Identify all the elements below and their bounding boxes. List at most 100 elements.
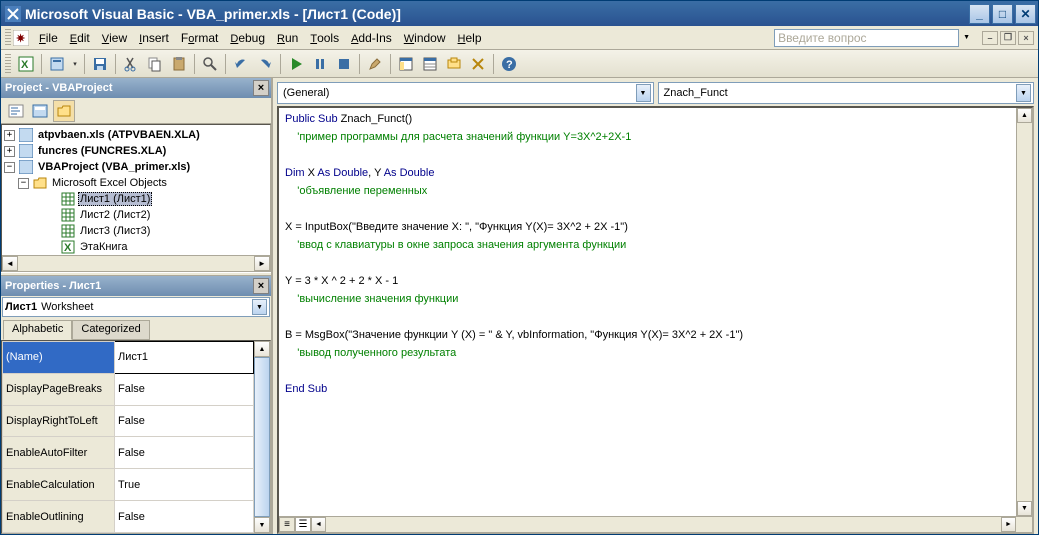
paste-button[interactable] xyxy=(168,53,190,75)
scroll-up-icon[interactable]: ▲ xyxy=(1017,108,1032,123)
help-button[interactable]: ? xyxy=(498,53,520,75)
close-button[interactable]: ✕ xyxy=(1015,4,1036,24)
undo-button[interactable] xyxy=(230,53,252,75)
tree-node-vbaproject[interactable]: −VBAProject (VBA_primer.xls) xyxy=(2,159,270,175)
menu-run[interactable]: Run xyxy=(271,29,304,47)
view-object-button[interactable] xyxy=(29,100,51,122)
project-tree[interactable]: +atpvbaen.xls (ATPVBAEN.XLA) +funcres (F… xyxy=(1,124,271,272)
minimize-button[interactable]: _ xyxy=(969,4,990,24)
insert-module-dropdown[interactable]: ▾ xyxy=(70,53,80,75)
properties-grid[interactable]: (Name)Лист1 DisplayPageBreaksFalse Displ… xyxy=(1,340,271,534)
mdi-restore-button[interactable]: ❐ xyxy=(1000,31,1016,45)
mdi-minimize-button[interactable]: – xyxy=(982,31,998,45)
find-button[interactable] xyxy=(199,53,221,75)
menu-tools[interactable]: Tools xyxy=(304,29,345,47)
svg-text:X: X xyxy=(64,242,72,254)
svg-text:X: X xyxy=(21,59,29,71)
ask-question-box[interactable]: Введите вопрос xyxy=(774,29,959,47)
project-explorer-button[interactable] xyxy=(395,53,417,75)
design-mode-button[interactable] xyxy=(364,53,386,75)
menu-edit[interactable]: Edit xyxy=(64,29,96,47)
project-panel-header: Project - VBAProject × xyxy=(1,78,271,98)
maximize-button[interactable]: □ xyxy=(992,4,1013,24)
menu-view[interactable]: View xyxy=(96,29,133,47)
properties-panel-close-button[interactable]: × xyxy=(253,278,269,294)
copy-button[interactable] xyxy=(144,53,166,75)
tree-node-excel-objects[interactable]: −Microsoft Excel Objects xyxy=(2,175,270,191)
break-button[interactable] xyxy=(309,53,331,75)
prop-row[interactable]: EnableAutoFilterFalse xyxy=(3,437,254,469)
full-module-view-button[interactable]: ☰ xyxy=(295,517,311,532)
chevron-down-icon[interactable]: ▼ xyxy=(1016,84,1031,102)
menu-window[interactable]: Window xyxy=(398,29,452,47)
tab-categorized[interactable]: Categorized xyxy=(72,320,149,340)
scroll-right-icon[interactable]: ► xyxy=(1001,517,1016,532)
toolbox-button[interactable] xyxy=(467,53,489,75)
properties-object-type: Worksheet xyxy=(41,301,93,313)
ask-dropdown-icon[interactable]: ▼ xyxy=(963,34,970,41)
properties-object-name: Лист1 xyxy=(5,301,37,313)
scroll-down-icon[interactable]: ▼ xyxy=(254,517,270,533)
code-h-scrollbar[interactable]: ≡ ☰ ◄ ► xyxy=(279,516,1032,532)
scroll-up-icon[interactable]: ▲ xyxy=(254,341,270,357)
tree-node-sheet1[interactable]: Лист1 (Лист1) xyxy=(2,191,270,207)
properties-v-scrollbar[interactable]: ▲ ▼ xyxy=(254,341,270,533)
title-bar: Microsoft Visual Basic - VBA_primer.xls … xyxy=(1,1,1038,26)
tree-node-sheet3[interactable]: Лист3 (Лист3) xyxy=(2,223,270,239)
prop-row[interactable]: DisplayPageBreaksFalse xyxy=(3,373,254,405)
mdi-close-button[interactable]: × xyxy=(1018,31,1034,45)
code-v-scrollbar[interactable]: ▲ ▼ xyxy=(1016,108,1032,516)
prop-row[interactable]: EnableOutliningFalse xyxy=(3,501,254,533)
menu-debug[interactable]: Debug xyxy=(224,29,271,47)
worksheet-icon xyxy=(60,208,76,222)
insert-module-button[interactable] xyxy=(46,53,68,75)
svg-text:?: ? xyxy=(506,59,513,71)
object-browser-button[interactable] xyxy=(443,53,465,75)
chevron-down-icon[interactable]: ▼ xyxy=(636,84,651,102)
save-button[interactable] xyxy=(89,53,111,75)
reset-button[interactable] xyxy=(333,53,355,75)
menu-help[interactable]: Help xyxy=(452,29,488,47)
view-excel-button[interactable]: X xyxy=(15,53,37,75)
excel-icon[interactable]: ✷ xyxy=(13,30,29,46)
procedure-view-button[interactable]: ≡ xyxy=(279,517,295,532)
view-code-button[interactable] xyxy=(5,100,27,122)
menu-format[interactable]: Format xyxy=(175,29,224,47)
tree-h-scrollbar[interactable]: ◄ ► xyxy=(2,255,270,271)
menu-bar: ✷ File Edit View Insert Format Debug Run… xyxy=(1,26,1038,50)
scroll-down-icon[interactable]: ▼ xyxy=(1017,501,1032,516)
worksheet-icon xyxy=(60,224,76,238)
code-editor[interactable]: Public Sub Znach_Funct() 'пример програм… xyxy=(277,106,1034,534)
project-icon xyxy=(18,128,34,142)
scroll-left-icon[interactable]: ◄ xyxy=(2,256,18,271)
folder-icon xyxy=(32,176,48,190)
menu-file[interactable]: File xyxy=(33,29,64,47)
redo-button[interactable] xyxy=(254,53,276,75)
run-button[interactable] xyxy=(285,53,307,75)
properties-tabs: Alphabetic Categorized xyxy=(1,318,271,340)
tree-node-funcres[interactable]: +funcres (FUNCRES.XLA) xyxy=(2,143,270,159)
tree-node-atpvbaen[interactable]: +atpvbaen.xls (ATPVBAEN.XLA) xyxy=(2,127,270,143)
toggle-folders-button[interactable] xyxy=(53,100,75,122)
scroll-right-icon[interactable]: ► xyxy=(254,256,270,271)
chevron-down-icon[interactable]: ▼ xyxy=(252,299,267,315)
tab-alphabetic[interactable]: Alphabetic xyxy=(3,320,72,340)
menu-grip-icon[interactable] xyxy=(5,29,11,47)
prop-row[interactable]: EnableCalculationTrue xyxy=(3,469,254,501)
properties-panel-title: Properties - Лист1 xyxy=(5,280,101,292)
standard-toolbar: X ▾ ? xyxy=(1,50,1038,78)
menu-insert[interactable]: Insert xyxy=(133,29,175,47)
menu-addins[interactable]: Add-Ins xyxy=(345,29,398,47)
prop-row-name[interactable]: (Name)Лист1 xyxy=(3,342,254,374)
tree-node-thisworkbook[interactable]: XЭтаКнига xyxy=(2,239,270,255)
properties-window-button[interactable] xyxy=(419,53,441,75)
project-panel-close-button[interactable]: × xyxy=(253,80,269,96)
scroll-left-icon[interactable]: ◄ xyxy=(311,517,326,532)
procedure-dropdown[interactable]: Znach_Funct ▼ xyxy=(658,82,1035,104)
properties-object-combo[interactable]: Лист1 Worksheet ▼ xyxy=(1,296,271,318)
prop-row[interactable]: DisplayRightToLeftFalse xyxy=(3,405,254,437)
toolbar-grip-icon[interactable] xyxy=(5,54,11,74)
tree-node-sheet2[interactable]: Лист2 (Лист2) xyxy=(2,207,270,223)
object-dropdown[interactable]: (General) ▼ xyxy=(277,82,654,104)
cut-button[interactable] xyxy=(120,53,142,75)
